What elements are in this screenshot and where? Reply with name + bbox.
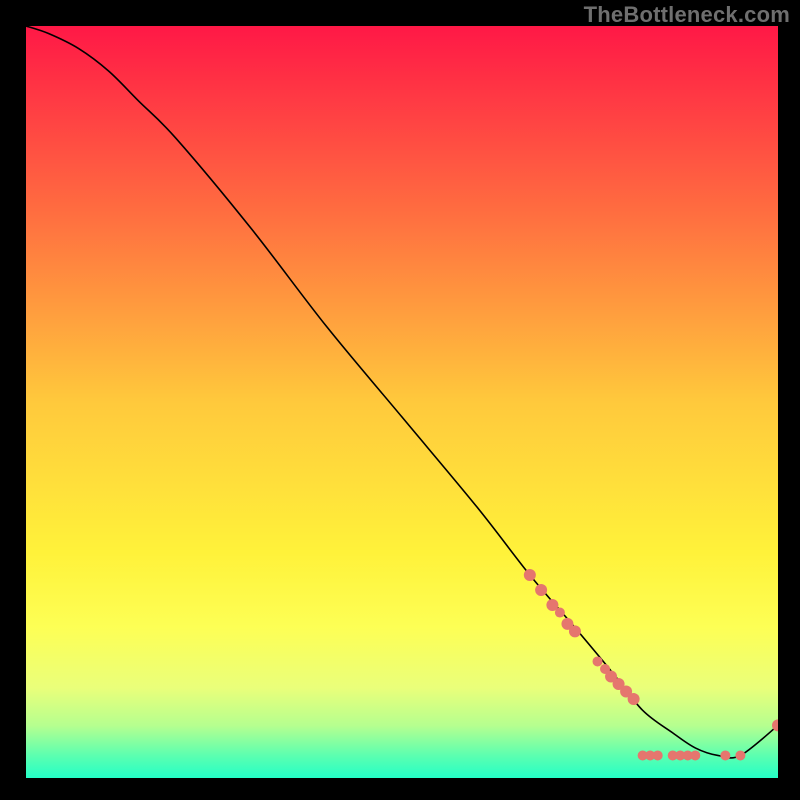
data-point: [735, 750, 745, 760]
chart-svg: [26, 26, 778, 778]
data-point: [555, 608, 565, 618]
data-point: [593, 656, 603, 666]
chart-area: [26, 26, 778, 778]
data-point: [524, 569, 536, 581]
data-point: [720, 750, 730, 760]
gradient-background: [26, 26, 778, 778]
data-point: [653, 750, 663, 760]
data-point: [628, 693, 640, 705]
data-point: [535, 584, 547, 596]
data-point: [569, 625, 581, 637]
watermark-text: TheBottleneck.com: [584, 2, 790, 28]
data-point: [690, 750, 700, 760]
